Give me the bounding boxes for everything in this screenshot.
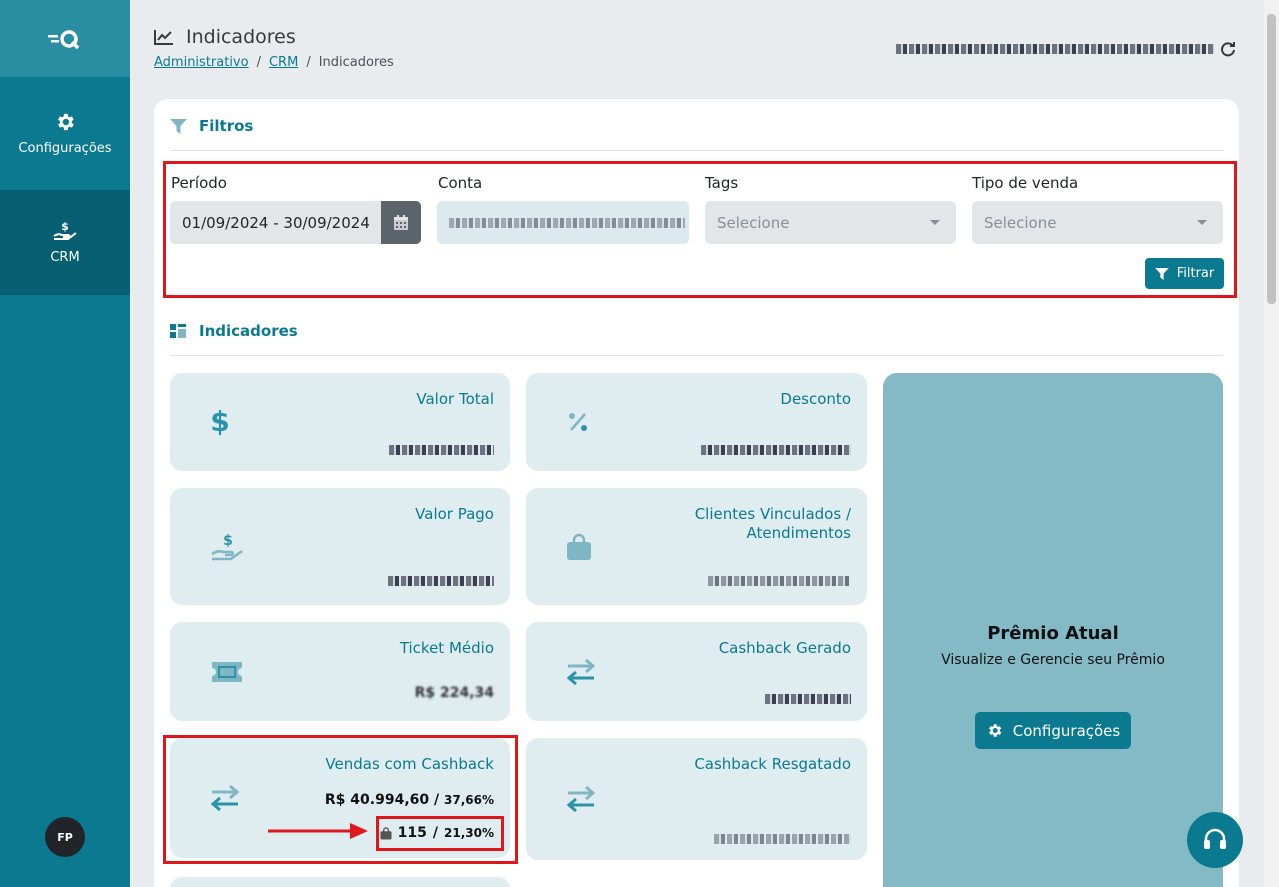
indicators-heading: Indicadores [170, 322, 298, 340]
conta-label: Conta [438, 174, 483, 192]
indicator-clientes-vinculados: Clientes Vinculados / Atendimentos [526, 488, 867, 605]
app-logo[interactable] [0, 0, 130, 77]
redacted-value [701, 440, 851, 459]
indicator-title: Cashback Gerado [718, 639, 851, 657]
filters-highlight: Período 01/09/2024 - 30/09/2024 Conta Ta… [163, 161, 1237, 298]
redacted-value [389, 440, 494, 459]
redacted-value [708, 571, 851, 590]
exchange-arrows-icon [566, 785, 596, 813]
support-button[interactable] [1187, 812, 1243, 868]
premio-panel: Prêmio Atual Visualize e Gerencie seu Pr… [883, 373, 1223, 887]
dashboard-icon [170, 324, 186, 338]
chevron-down-icon [930, 220, 940, 225]
indicator-title: Ticket Médio [399, 639, 494, 657]
svg-text:$: $ [223, 533, 233, 549]
svg-text:$: $ [61, 220, 69, 233]
page-title: Indicadores [154, 26, 296, 48]
breadcrumb: Administrativo / CRM / Indicadores [154, 55, 394, 70]
indicator-cashback-gerado: Cashback Gerado [526, 622, 867, 721]
premio-subtitle: Visualize e Gerencie seu Prêmio [941, 652, 1165, 668]
logo-icon [48, 29, 80, 49]
indicator-title: Clientes Vinculados / Atendimentos [694, 505, 851, 542]
periodo-field[interactable]: 01/09/2024 - 30/09/2024 [170, 201, 421, 244]
user-info [896, 41, 1236, 57]
tipo-venda-label: Tipo de venda [972, 174, 1079, 192]
sidebar-item-label: CRM [50, 250, 80, 265]
indicator-title: Valor Total [416, 390, 494, 408]
svg-text:$: $ [210, 407, 229, 437]
divider [170, 355, 1223, 356]
main-card: Filtros Período 01/09/2024 - 30/09/2024 … [154, 99, 1239, 887]
indicator-cashback-resgatado: Cashback Resgatado [526, 738, 867, 860]
conta-field[interactable] [437, 201, 689, 244]
dollar-hand-icon: $ [53, 220, 77, 240]
filters-heading-text: Filtros [199, 117, 254, 135]
indicator-ticket-medio: Ticket Médio R$ 224,34 [170, 622, 510, 721]
filtrar-label: Filtrar [1176, 266, 1215, 281]
premio-configuracoes-button[interactable]: Configurações [975, 712, 1131, 749]
filter-icon [1154, 267, 1169, 280]
indicator-title: Desconto [780, 390, 851, 408]
breadcrumb-current: Indicadores [318, 55, 394, 70]
premio-title: Prêmio Atual [987, 623, 1119, 644]
calendar-icon [394, 215, 408, 230]
filters-heading: Filtros [170, 117, 253, 135]
tipo-venda-select[interactable]: Selecione [972, 201, 1223, 244]
arrow-annotation-icon [268, 823, 368, 839]
sidebar-item-configuracoes[interactable]: Configurações [0, 77, 130, 190]
indicator-valor-total: $ Valor Total [170, 373, 510, 471]
breadcrumb-separator: / [256, 55, 261, 70]
redacted-user-name [896, 44, 1214, 54]
scrollbar-thumb[interactable] [1267, 14, 1276, 304]
breadcrumb-crm[interactable]: CRM [269, 55, 298, 70]
dollar-hand-icon: $ [211, 533, 243, 560]
shopping-bag-icon [567, 533, 591, 560]
redacted-value [388, 571, 494, 590]
indicator-valor-pago: $ Valor Pago [170, 488, 510, 605]
periodo-label: Período [171, 174, 227, 192]
avatar[interactable]: FP [45, 817, 85, 857]
indicator-next [170, 877, 510, 887]
calendar-button[interactable] [381, 201, 421, 244]
tags-select[interactable]: Selecione [705, 201, 956, 244]
indicator-desconto: Desconto [526, 373, 867, 471]
sidebar: Configurações $ CRM FP [0, 0, 130, 887]
chevron-down-icon [1197, 220, 1207, 225]
filtrar-button[interactable]: Filtrar [1145, 258, 1224, 289]
breadcrumb-administrativo[interactable]: Administrativo [154, 55, 249, 70]
sidebar-item-crm[interactable]: $ CRM [0, 190, 130, 295]
divider [170, 150, 1223, 151]
redacted-conta-value [449, 217, 685, 228]
sidebar-item-label: Configurações [18, 141, 112, 156]
headset-icon [1204, 828, 1226, 849]
redacted-value [765, 689, 851, 708]
refresh-icon[interactable] [1220, 41, 1236, 57]
vendas-count-highlight [376, 816, 504, 851]
gear-icon [988, 724, 1002, 737]
indicator-title: Valor Pago [415, 505, 494, 523]
redacted-value [714, 829, 851, 848]
filter-icon [170, 118, 187, 134]
breadcrumb-separator: / [306, 55, 311, 70]
indicators-heading-text: Indicadores [199, 322, 298, 340]
dollar-icon: $ [210, 407, 229, 437]
tags-placeholder: Selecione [717, 213, 790, 232]
indicator-title: Cashback Resgatado [694, 755, 851, 773]
scrollbar[interactable] [1264, 0, 1279, 887]
percent-icon [569, 413, 587, 431]
gear-icon [58, 113, 74, 131]
page-title-text: Indicadores [186, 26, 296, 48]
premio-button-label: Configurações [1012, 721, 1121, 740]
tipo-venda-placeholder: Selecione [984, 213, 1057, 232]
periodo-value: 01/09/2024 - 30/09/2024 [182, 213, 370, 232]
chart-line-icon [154, 30, 173, 45]
ticket-icon [212, 661, 242, 682]
exchange-arrows-icon [566, 658, 596, 685]
ticket-medio-value: R$ 224,34 [414, 685, 494, 701]
tags-label: Tags [705, 174, 739, 192]
